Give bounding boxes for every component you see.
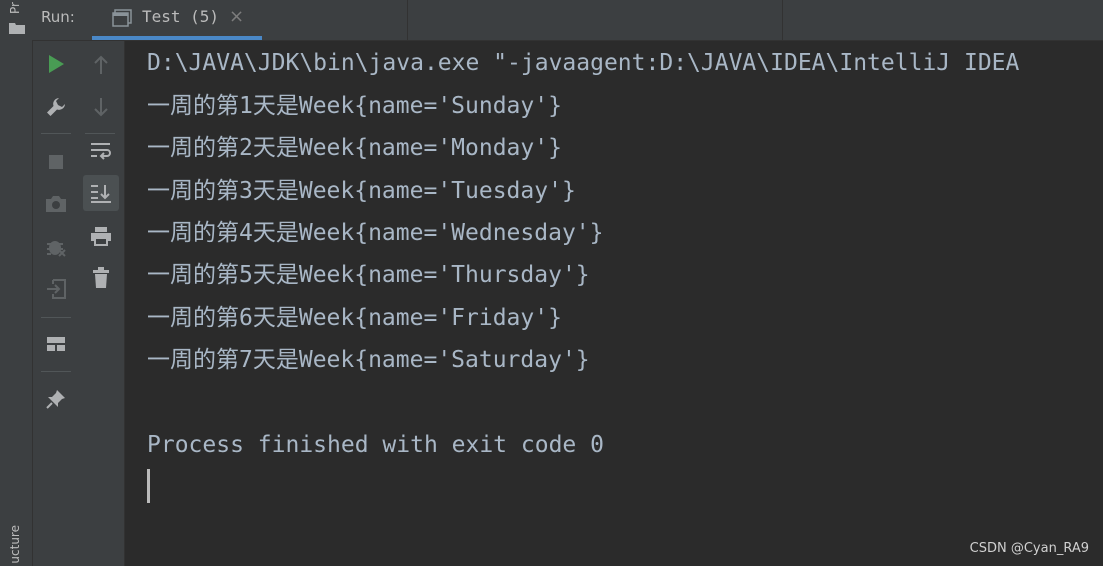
structure-tool-label[interactable]: ucture [8,525,22,564]
next-occurrence-button[interactable] [83,89,119,125]
camera-icon [46,196,66,212]
pin-tab-button[interactable] [38,381,74,417]
wrench-icon [47,98,65,116]
toolbar-separator [41,371,71,372]
print-button[interactable] [83,218,119,254]
restore-layout-button[interactable] [38,326,74,362]
printer-icon [91,227,111,246]
left-tool-strip: Pr ucture [0,0,33,566]
rerun-button[interactable] [38,46,74,82]
toolbar-separator [41,133,71,134]
debug-button[interactable] [38,229,74,265]
header-divider [407,0,408,40]
header-divider [782,0,783,40]
tab-test[interactable]: Test (5) × [92,0,262,40]
folder-icon[interactable] [9,22,25,34]
layout-icon [47,337,65,351]
console-line: 一周的第4天是Week{name='Wednesday'} [147,220,604,246]
watermark: CSDN @Cyan_RA9 [969,541,1089,556]
exit-icon [47,279,66,299]
close-icon[interactable]: × [229,6,244,27]
previous-occurrence-button[interactable] [83,47,119,83]
clear-all-button[interactable] [83,260,119,296]
console-line-command: D:\JAVA\JDK\bin\java.exe "-javaagent:D:\… [147,50,1020,76]
console-line-exit-status: Process finished with exit code 0 [147,432,604,458]
console-window-icon [112,9,132,27]
console-line: 一周的第5天是Week{name='Thursday'} [147,262,590,288]
play-icon [49,55,64,73]
pin-icon [46,390,65,409]
arrow-down-icon [94,98,108,117]
console-line: 一周的第6天是Week{name='Friday'} [147,305,562,331]
project-tool-label[interactable]: Pr [8,2,22,14]
arrow-up-icon [94,55,108,74]
exit-button[interactable] [38,271,74,307]
console-line: 一周的第7天是Week{name='Saturday'} [147,347,590,373]
run-toolbar-primary [33,41,79,566]
thread-dump-button[interactable] [38,186,74,222]
console-output[interactable]: D:\JAVA\JDK\bin\java.exe "-javaagent:D:\… [125,41,1103,566]
bug-icon [47,241,66,257]
run-header: Run: Test (5) × [32,0,1103,41]
edit-configuration-button[interactable] [38,89,74,125]
stop-icon [49,155,63,169]
stop-button[interactable] [38,144,74,180]
soft-wrap-button[interactable] [83,133,119,169]
tab-title: Test (5) [142,7,220,26]
trash-icon [93,267,109,288]
run-label: Run: [41,8,75,26]
console-line: 一周的第3天是Week{name='Tuesday'} [147,178,576,204]
console-line: 一周的第2天是Week{name='Monday'} [147,135,562,161]
console-line: 一周的第1天是Week{name='Sunday'} [147,93,562,119]
run-toolbar-secondary [79,41,125,566]
tab-active-indicator [92,36,262,40]
text-caret [147,469,150,503]
soft-wrap-icon [91,143,111,160]
toolbar-separator [41,317,71,318]
scroll-to-end-button[interactable] [83,175,119,211]
scroll-to-end-icon [91,185,111,203]
